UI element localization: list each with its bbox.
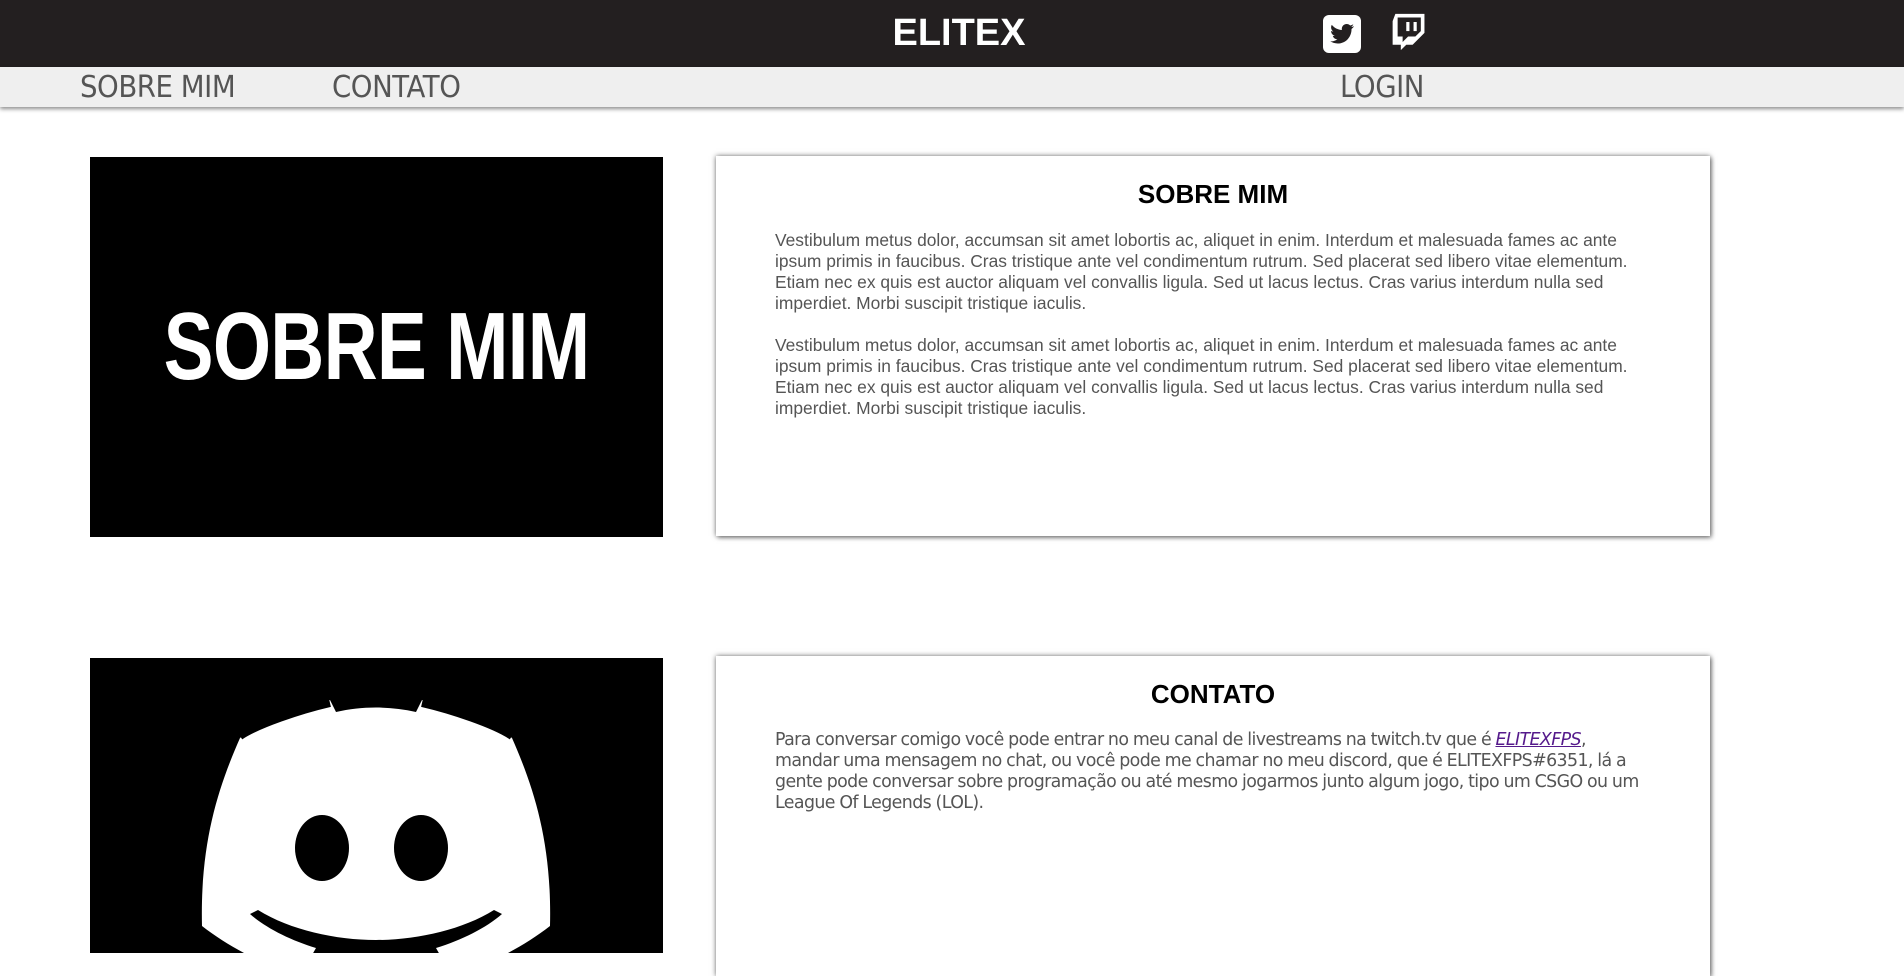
contato-card: CONTATO Para conversar comigo você pode … (716, 656, 1710, 976)
header-bar: ELITEX (0, 0, 1904, 67)
discord-image (90, 658, 663, 953)
twitch-icon[interactable] (1389, 12, 1429, 52)
discord-logo-icon (201, 699, 551, 953)
sobre-mim-paragraph-2: Vestibulum metus dolor, accumsan sit ame… (775, 335, 1628, 418)
nav-bar: SOBRE MIM CONTATO LOGIN (0, 67, 1904, 107)
twitter-icon[interactable] (1322, 14, 1362, 54)
sobre-mim-image: SOBRE MIM (90, 157, 663, 537)
nav-link-contato[interactable]: CONTATO (332, 71, 461, 105)
nav-link-sobre-mim[interactable]: SOBRE MIM (80, 71, 236, 105)
sobre-mim-title: SOBRE MIM (1137, 179, 1289, 209)
contato-text-before: Para conversar comigo você pode entrar n… (775, 730, 1496, 750)
site-title: ELITEX (892, 12, 1026, 54)
sobre-mim-image-text: SOBRE MIM (163, 293, 590, 400)
contato-title: CONTATO (1150, 679, 1276, 709)
nav-link-login[interactable]: LOGIN (1340, 71, 1424, 105)
sobre-mim-card: SOBRE MIM Vestibulum metus dolor, accums… (716, 156, 1710, 536)
twitch-channel-link[interactable]: ELITEXFPS (1495, 730, 1581, 750)
contato-paragraph: Para conversar comigo você pode entrar n… (775, 730, 1648, 814)
sobre-mim-paragraph-1: Vestibulum metus dolor, accumsan sit ame… (775, 230, 1628, 313)
